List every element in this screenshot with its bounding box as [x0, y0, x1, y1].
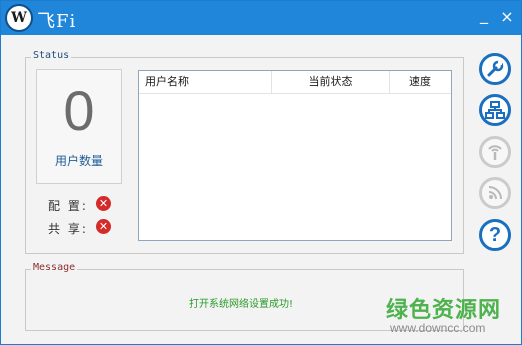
logo-mark: W — [11, 10, 27, 26]
watermark-site-name: 绿色资源网 — [386, 298, 502, 323]
column-header-username[interactable]: 用户名称 — [139, 71, 272, 93]
message-group-title: Message — [31, 262, 78, 273]
app-window: W 飞Fi _ × Status 0 用户数量 配 置: ✕ 共 享: ✕ 用户… — [0, 0, 522, 345]
status-group-title: Status — [31, 50, 72, 61]
config-label: 配 置: — [48, 199, 88, 213]
message-text: 打开系统网络设置成功! — [189, 299, 294, 310]
close-button[interactable]: × — [498, 7, 516, 26]
minimize-button[interactable]: _ — [475, 5, 493, 24]
wireless-button[interactable] — [479, 136, 511, 168]
settings-button[interactable] — [479, 53, 511, 85]
title-bar[interactable]: W 飞Fi _ × — [1, 1, 521, 35]
help-button[interactable]: ? — [479, 219, 511, 251]
config-error-icon: ✕ — [96, 196, 111, 211]
signal-button[interactable] — [479, 177, 511, 209]
app-logo: W — [5, 4, 33, 32]
watermark-url: www.downcc.com — [390, 321, 486, 335]
column-header-status[interactable]: 当前状态 — [272, 71, 390, 93]
help-icon: ? — [488, 223, 502, 246]
user-count-label: 用户数量 — [54, 154, 103, 168]
share-error-icon: ✕ — [96, 219, 111, 234]
signal-icon — [488, 186, 502, 200]
table-header: 用户名称 当前状态 速度 — [139, 71, 451, 94]
share-label: 共 享: — [48, 222, 88, 236]
user-table[interactable]: 用户名称 当前状态 速度 — [138, 70, 452, 241]
user-count-panel: 0 用户数量 — [36, 69, 122, 184]
column-header-speed[interactable]: 速度 — [390, 71, 450, 93]
network-button[interactable] — [479, 94, 511, 126]
wrench-icon — [487, 60, 504, 77]
wireless-icon — [488, 145, 502, 160]
user-count-value: 0 — [63, 79, 95, 142]
app-title: 飞Fi — [37, 11, 77, 32]
network-icon — [485, 101, 505, 119]
